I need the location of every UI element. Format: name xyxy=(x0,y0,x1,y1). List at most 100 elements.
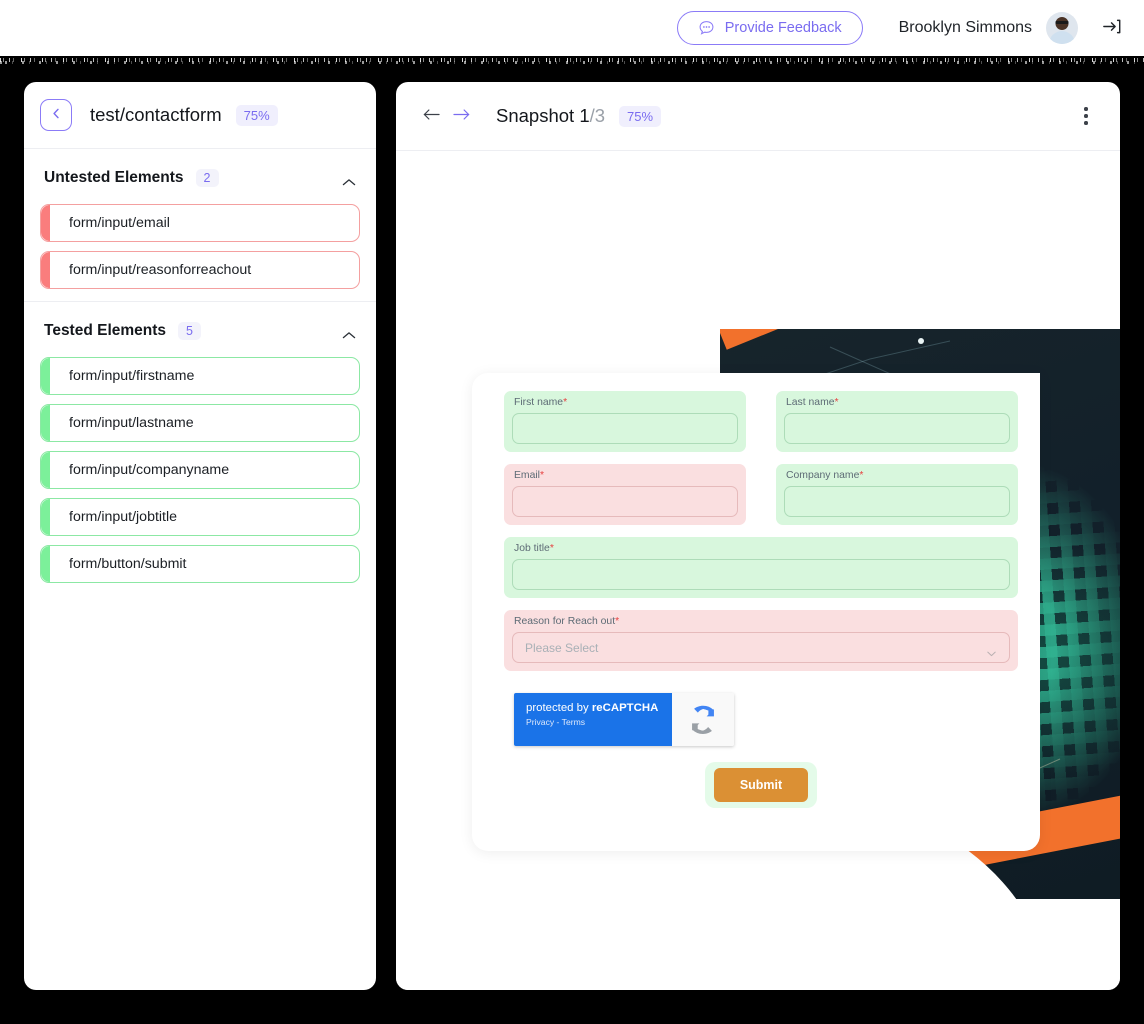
submit-button[interactable]: Submit xyxy=(713,768,809,802)
chat-bubble-dots-icon xyxy=(698,20,715,37)
element-path-label: form/button/submit xyxy=(69,556,187,572)
prev-snapshot-button[interactable] xyxy=(416,101,446,131)
section-count-badge: 5 xyxy=(178,322,201,340)
form-row-4: Reason for Reach out* Please Select xyxy=(504,610,1018,671)
form-row-3: Job title* xyxy=(504,537,1018,598)
snapshot-title: Snapshot 1/3 xyxy=(496,105,605,127)
contact-form-card: First name* Last name* Email* Company na xyxy=(472,373,1040,851)
field-label-text: Last name xyxy=(786,397,835,408)
snapshot-total-label: /3 xyxy=(589,105,606,126)
element-path-label: form/input/firstname xyxy=(69,368,195,384)
recaptcha-badge[interactable]: protected by reCAPTCHA Privacy - Terms xyxy=(514,693,734,746)
chevron-left-icon xyxy=(50,107,63,123)
section-tested-header[interactable]: Tested Elements 5 xyxy=(40,316,360,346)
form-row-2: Email* Company name* xyxy=(504,464,1018,525)
email-input[interactable] xyxy=(512,486,738,517)
recaptcha-logo-icon xyxy=(672,693,734,746)
tested-elements-list: form/input/firstname form/input/lastname… xyxy=(40,357,360,583)
recaptcha-text-block: protected by reCAPTCHA Privacy - Terms xyxy=(514,693,672,746)
required-star: * xyxy=(563,397,568,408)
field-label: First name* xyxy=(504,397,746,408)
required-star: * xyxy=(615,616,620,627)
snapshot-viewport: BLOCK OCK 01 First name* Last name* xyxy=(396,151,1120,990)
kebab-dot xyxy=(1084,114,1088,118)
section-title: Tested Elements xyxy=(44,322,167,339)
company-name-input[interactable] xyxy=(784,486,1010,517)
snapshot-panel-header: Snapshot 1/3 75% xyxy=(396,82,1120,151)
section-tested-elements: Tested Elements 5 form/input/firstname f… xyxy=(24,301,376,595)
field-label: Company name* xyxy=(776,470,1018,481)
element-path-label: form/input/companyname xyxy=(69,462,230,478)
user-name: Brooklyn Simmons xyxy=(898,19,1032,36)
field-label-text: First name xyxy=(514,397,564,408)
kebab-dot xyxy=(1084,121,1088,125)
elements-panel-header: test/contactform 75% xyxy=(24,82,376,149)
element-path-label: form/input/email xyxy=(69,215,170,231)
field-label-text: Job title xyxy=(514,543,550,554)
last-name-input[interactable] xyxy=(784,413,1010,444)
recaptcha-line-2[interactable]: Privacy - Terms xyxy=(526,717,672,727)
field-group-last-name: Last name* xyxy=(776,391,1018,452)
reason-select-wrapper: Please Select xyxy=(504,632,1018,663)
chevron-up-icon[interactable] xyxy=(342,174,356,185)
top-bar: Provide Feedback Brooklyn Simmons xyxy=(0,0,1144,56)
snapshot-index-label: Snapshot 1 xyxy=(496,105,590,126)
section-untested-header[interactable]: Untested Elements 2 xyxy=(40,163,360,193)
list-item[interactable]: form/input/companyname xyxy=(40,451,360,489)
provide-feedback-button[interactable]: Provide Feedback xyxy=(676,11,863,45)
field-label: Job title* xyxy=(504,543,1018,554)
job-title-input[interactable] xyxy=(512,559,1010,590)
field-label: Last name* xyxy=(776,397,1018,408)
arrow-left-icon xyxy=(422,107,441,125)
form-row-1: First name* Last name* xyxy=(504,391,1018,452)
element-path-label: form/input/jobtitle xyxy=(69,509,178,525)
field-group-company-name: Company name* xyxy=(776,464,1018,525)
field-label-text: Company name xyxy=(786,470,860,481)
field-label-text: Email xyxy=(514,470,540,481)
recaptcha-line-1: protected by reCAPTCHA xyxy=(526,702,672,714)
section-title: Untested Elements xyxy=(44,169,184,186)
reason-for-reach-out-select[interactable]: Please Select xyxy=(512,632,1010,663)
back-button[interactable] xyxy=(40,99,72,131)
recaptcha-prefix: protected by xyxy=(526,702,592,714)
noise-divider-strip xyxy=(0,56,1144,68)
avatar-glasses xyxy=(1055,21,1069,24)
element-path-label: form/input/reasonforreachout xyxy=(69,262,252,278)
list-item[interactable]: form/input/email xyxy=(40,204,360,242)
field-group-email: Email* xyxy=(504,464,746,525)
field-group-first-name: First name* xyxy=(504,391,746,452)
required-star: * xyxy=(539,470,545,481)
list-item[interactable]: form/input/lastname xyxy=(40,404,360,442)
list-item[interactable]: form/input/reasonforreachout xyxy=(40,251,360,289)
recaptcha-brand: reCAPTCHA xyxy=(591,702,659,714)
required-star: * xyxy=(859,470,864,481)
first-name-input[interactable] xyxy=(512,413,738,444)
submit-highlight: Submit xyxy=(704,762,818,808)
section-count-badge: 2 xyxy=(195,169,219,187)
field-label: Email* xyxy=(504,470,746,481)
avatar[interactable] xyxy=(1046,12,1078,44)
snapshot-coverage-badge: 75% xyxy=(619,105,662,127)
arrow-right-icon xyxy=(452,107,471,125)
list-item[interactable]: form/input/jobtitle xyxy=(40,498,360,536)
provide-feedback-label: Provide Feedback xyxy=(724,20,842,36)
kebab-menu-icon[interactable] xyxy=(1072,102,1100,130)
submit-row: Submit xyxy=(504,762,1018,808)
page-title: test/contactform xyxy=(90,104,222,125)
coverage-badge: 75% xyxy=(235,104,278,126)
chevron-up-icon[interactable] xyxy=(342,327,356,338)
field-group-reason-for-reach-out: Reason for Reach out* Please Select xyxy=(504,610,1018,671)
logout-arrow-icon xyxy=(1101,16,1122,40)
next-snapshot-button[interactable] xyxy=(446,101,476,131)
list-item[interactable]: form/input/firstname xyxy=(40,357,360,395)
field-label: Reason for Reach out* xyxy=(504,616,1018,627)
snapshot-panel: Snapshot 1/3 75% BLOCK OCK 01 xyxy=(396,82,1120,990)
elements-panel: test/contactform 75% Untested Elements 2… xyxy=(24,82,376,990)
element-path-label: form/input/lastname xyxy=(69,415,194,431)
avatar-body xyxy=(1049,31,1075,44)
required-star: * xyxy=(834,397,839,408)
section-untested-elements: Untested Elements 2 form/input/email for… xyxy=(24,149,376,301)
list-item[interactable]: form/button/submit xyxy=(40,545,360,583)
kebab-dot xyxy=(1084,107,1088,111)
logout-button[interactable] xyxy=(1094,11,1128,45)
